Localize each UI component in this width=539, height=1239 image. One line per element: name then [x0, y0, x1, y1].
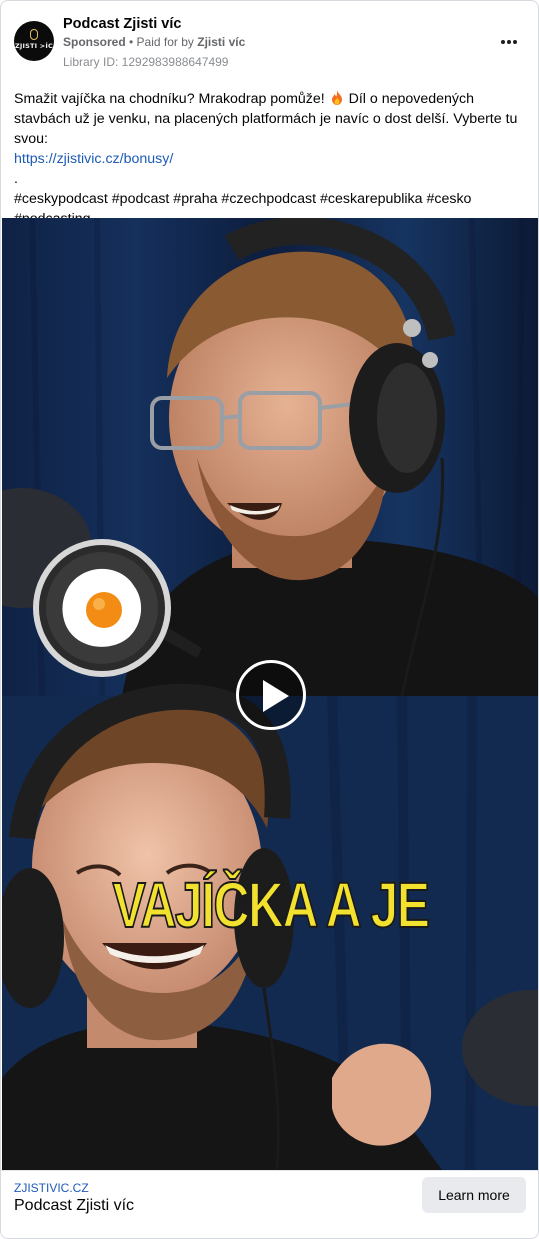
paid-for-by-name[interactable]: Zjisti víc	[197, 35, 245, 49]
paid-for-by-prefix: • Paid for by	[125, 35, 198, 49]
link-footer[interactable]: ZJISTIVIC.CZ Podcast Zjisti víc Learn mo…	[1, 1170, 538, 1238]
bonus-link[interactable]: https://zjistivic.cz/bonusy/	[14, 151, 173, 167]
link-title[interactable]: Podcast Zjisti víc	[14, 1197, 134, 1215]
link-domain[interactable]: ZJISTIVIC.CZ	[14, 1181, 89, 1195]
post-text: Smažit vajíčka na chodníku? Mrakodrap po…	[14, 89, 528, 229]
ad-card: ZJISTI >ÍC Podcast Zjisti víc Sponsored …	[0, 0, 539, 1239]
learn-more-button[interactable]: Learn more	[422, 1177, 526, 1213]
microphone-icon	[30, 29, 38, 40]
post-text-part1: Smažit vajíčka na chodníku? Mrakodrap po…	[14, 91, 329, 107]
sponsored-line: Sponsored • Paid for by Zjisti víc	[63, 35, 245, 49]
more-horizontal-icon	[499, 40, 518, 44]
sponsored-label: Sponsored	[63, 35, 126, 49]
video-player[interactable]: VAJÍČKA A JE	[2, 218, 538, 1170]
hashtags-line1[interactable]: #ceskypodcast #podcast #praha #czechpodc…	[14, 189, 528, 209]
post-paragraph: Smažit vajíčka na chodníku? Mrakodrap po…	[14, 89, 528, 149]
avatar[interactable]: ZJISTI >ÍC	[14, 21, 54, 61]
library-id: Library ID: 1292983988647499	[63, 55, 229, 69]
fire-emoji-icon	[331, 90, 342, 105]
more-options-button[interactable]	[496, 29, 522, 55]
video-caption: VAJÍČKA A JE	[112, 869, 431, 941]
play-icon	[263, 680, 289, 712]
page-name[interactable]: Podcast Zjisti víc	[63, 16, 181, 32]
avatar-logo-text: ZJISTI >ÍC	[15, 42, 53, 50]
play-button[interactable]	[236, 660, 306, 730]
post-header: ZJISTI >ÍC Podcast Zjisti víc Sponsored …	[1, 1, 538, 81]
post-dot: .	[14, 171, 18, 187]
